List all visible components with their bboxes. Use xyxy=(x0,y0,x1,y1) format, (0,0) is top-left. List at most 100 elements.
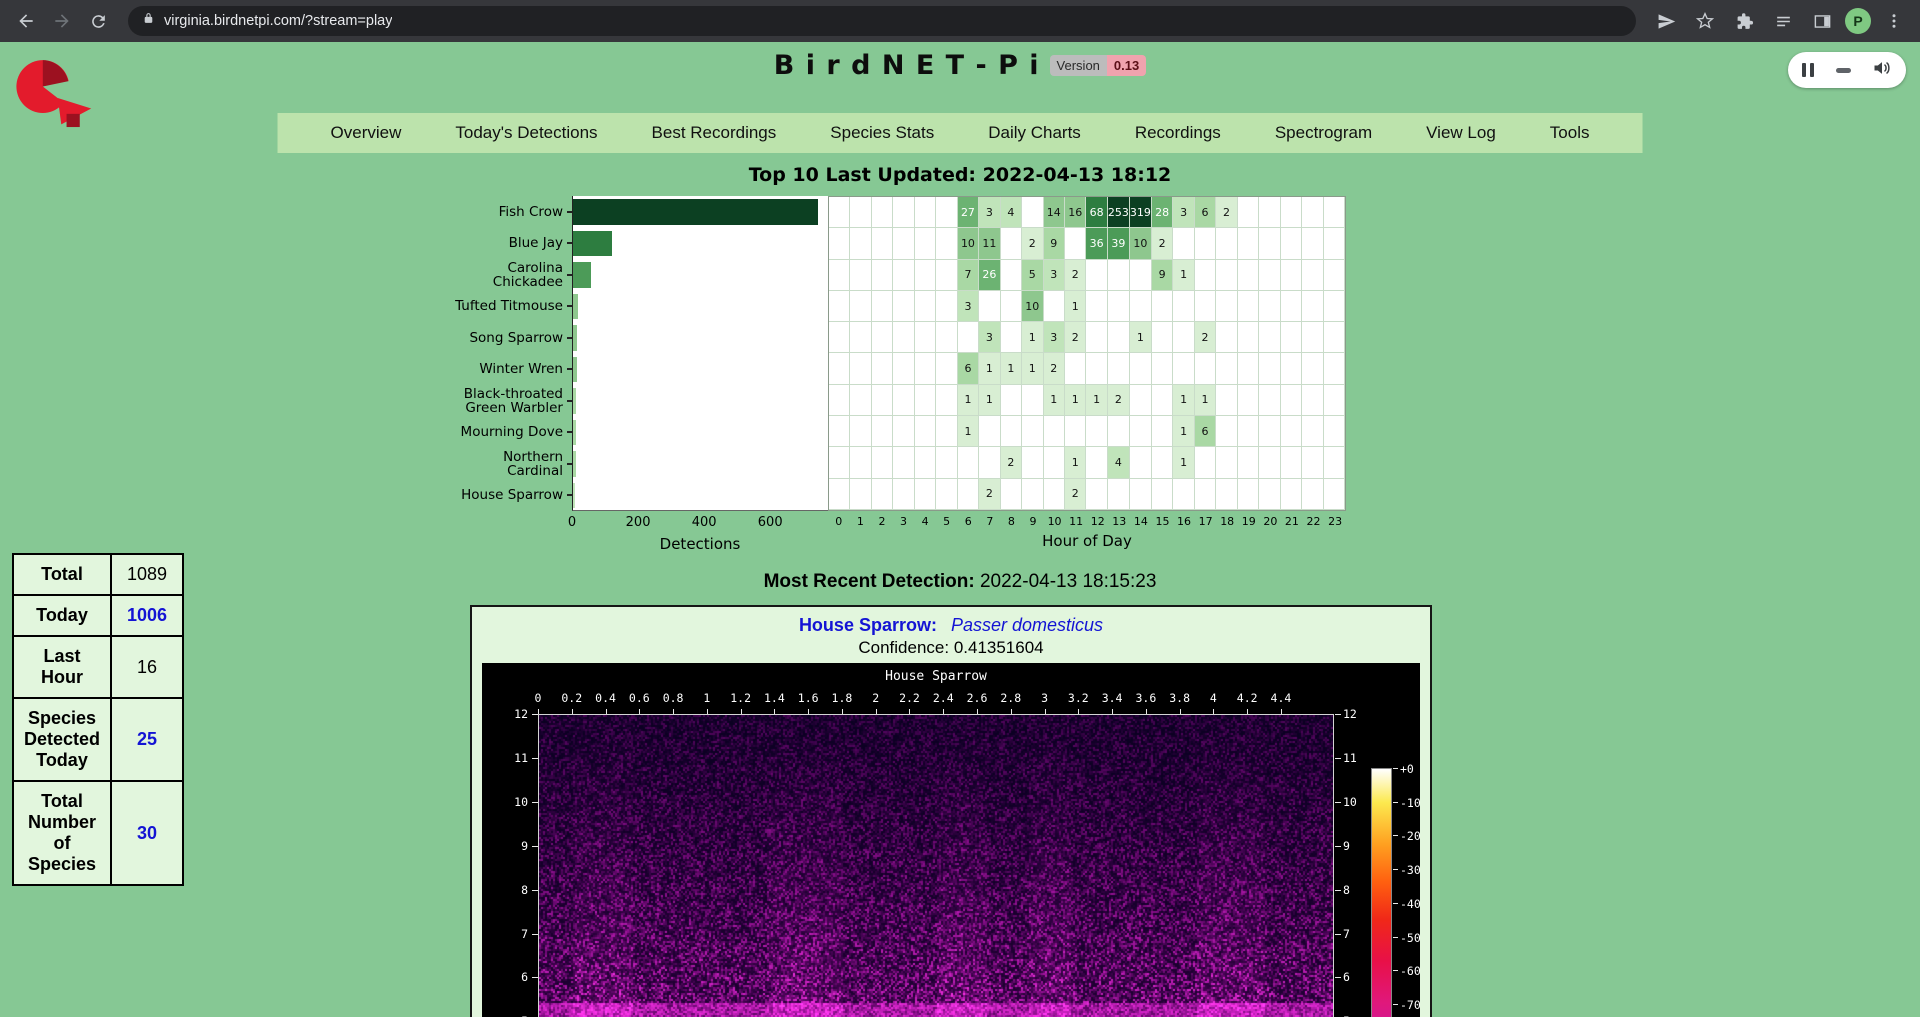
heatmap-cell: 6 xyxy=(1195,197,1216,228)
heatmap-cell xyxy=(872,291,893,322)
nav-item-daily-charts[interactable]: Daily Charts xyxy=(961,113,1108,153)
bookmark-star-icon[interactable] xyxy=(1689,5,1721,37)
heatmap-cell: 11 xyxy=(979,228,1000,259)
heatmap-cell xyxy=(850,228,871,259)
nav-item-overview[interactable]: Overview xyxy=(304,113,429,153)
heatmap-cell xyxy=(872,479,893,510)
heatmap-cell xyxy=(850,291,871,322)
heatmap-cell: 2 xyxy=(1216,197,1237,228)
hour-axis-tick: 9 xyxy=(1022,515,1044,528)
colorbar-tick-label: -50 xyxy=(1400,931,1421,945)
heatmap-cell: 2 xyxy=(1108,385,1130,416)
nav-item-view-log[interactable]: View Log xyxy=(1399,113,1523,153)
heatmap-cell: 1 xyxy=(1130,322,1152,353)
confidence-label: Confidence: xyxy=(858,638,949,657)
colorbar-tick-label: -70 xyxy=(1400,998,1421,1012)
species-name: House Sparrow xyxy=(461,488,563,502)
list-icon[interactable] xyxy=(1767,5,1799,37)
nav-item-spectrogram[interactable]: Spectrogram xyxy=(1248,113,1399,153)
back-button[interactable] xyxy=(10,5,42,37)
heatmap-cell: 6 xyxy=(1195,416,1216,447)
nav-item-tools[interactable]: Tools xyxy=(1523,113,1617,153)
heatmap-cell xyxy=(1238,479,1259,510)
heatmap-cell xyxy=(1108,291,1130,322)
detection-scientific-name-link[interactable]: Passer domesticus xyxy=(951,615,1103,635)
heatmap-cell xyxy=(1173,322,1194,353)
heatmap-cell xyxy=(1086,479,1107,510)
detection-common-name-link[interactable]: House Sparrow: xyxy=(799,615,937,635)
heatmap-cell xyxy=(1302,353,1323,384)
detection-confidence: Confidence: 0.41351604 xyxy=(472,638,1430,659)
heatmap-cell xyxy=(1044,416,1065,447)
heatmap-cell: 1 xyxy=(1086,385,1107,416)
reload-button[interactable] xyxy=(82,5,114,37)
stat-value[interactable]: 30 xyxy=(111,781,183,885)
chart-heatmap: 2734141668253319283621011293639102726532… xyxy=(828,196,1346,511)
heatmap-cell: 2 xyxy=(1065,322,1086,353)
heatmap-cell xyxy=(1324,322,1345,353)
version-badge-value: 0.13 xyxy=(1107,55,1146,76)
heatmap-cell xyxy=(1195,447,1216,478)
heatmap-cell xyxy=(1324,385,1345,416)
freq-tick-label: 11 xyxy=(1343,751,1357,765)
heatmap-cell xyxy=(915,291,936,322)
heatmap-cell xyxy=(850,322,871,353)
heatmap-cell xyxy=(936,228,957,259)
heatmap-cell xyxy=(915,197,936,228)
heatmap-cell xyxy=(1259,197,1280,228)
nav-item-species-stats[interactable]: Species Stats xyxy=(803,113,961,153)
species-name: Carolina Chickadee xyxy=(493,261,563,289)
birdnet-page: B i r d N E T - P i Version 0.13 Overvie… xyxy=(0,42,1920,1017)
heatmap-cell: 1 xyxy=(1065,447,1086,478)
heatmap-cell xyxy=(850,260,871,291)
extensions-puzzle-icon[interactable] xyxy=(1728,5,1760,37)
hour-axis-tick: 15 xyxy=(1152,515,1174,528)
freq-tick xyxy=(1335,802,1341,803)
heatmap-cell xyxy=(1238,322,1259,353)
heatmap-cell: 27 xyxy=(958,197,979,228)
heatmap-cell: 1 xyxy=(1065,385,1086,416)
recent-detection-value: 2022-04-13 18:15:23 xyxy=(980,571,1156,592)
heatmap-cell xyxy=(958,322,979,353)
heatmap-cell xyxy=(1281,385,1302,416)
heatmap-cell xyxy=(829,260,850,291)
heatmap-cell xyxy=(850,447,871,478)
stat-label: Today xyxy=(13,595,111,636)
heatmap-cell xyxy=(1108,479,1130,510)
hour-axis-tick: 5 xyxy=(936,515,958,528)
profile-avatar[interactable]: P xyxy=(1845,8,1871,34)
menu-kebab-icon[interactable] xyxy=(1878,5,1910,37)
header: B i r d N E T - P i Version 0.13 xyxy=(0,50,1920,81)
top10-heading: Top 10 Last Updated: 2022-04-13 18:12 xyxy=(0,164,1920,186)
species-name: Blue Jay xyxy=(509,236,563,250)
stat-value[interactable]: 1006 xyxy=(111,595,183,636)
heatmap-cell: 10 xyxy=(1130,228,1152,259)
heatmap-cell xyxy=(829,197,850,228)
heatmap-cell xyxy=(1302,291,1323,322)
heatmap-cell: 4 xyxy=(1001,197,1022,228)
heatmap-cell xyxy=(1259,322,1280,353)
heatmap-cell xyxy=(1152,353,1173,384)
nav-item-today-s-detections[interactable]: Today's Detections xyxy=(428,113,624,153)
stat-value[interactable]: 25 xyxy=(111,698,183,781)
spectrogram-canvas xyxy=(539,715,1333,1017)
nav-item-recordings[interactable]: Recordings xyxy=(1108,113,1248,153)
heatmap-cell xyxy=(1302,322,1323,353)
hour-axis-tick: 0 xyxy=(828,515,850,528)
url-bar[interactable]: virginia.birdnetpi.com/?stream=play xyxy=(128,6,1636,36)
volume-button[interactable] xyxy=(1872,58,1892,83)
seek-handle[interactable] xyxy=(1836,68,1851,73)
heatmap-cell xyxy=(850,385,871,416)
nav-item-best-recordings[interactable]: Best Recordings xyxy=(625,113,804,153)
heatmap-cell: 1 xyxy=(1195,385,1216,416)
colorbar-tick xyxy=(1393,970,1398,971)
pause-button[interactable] xyxy=(1802,63,1814,77)
heatmap-cell xyxy=(872,260,893,291)
heatmap-cell xyxy=(979,291,1000,322)
heatmap-cell xyxy=(1259,447,1280,478)
side-panel-icon[interactable] xyxy=(1806,5,1838,37)
forward-button[interactable] xyxy=(46,5,78,37)
send-icon[interactable] xyxy=(1650,5,1682,37)
heatmap-cell: 3 xyxy=(958,291,979,322)
freq-tick-label: 12 xyxy=(494,707,528,721)
